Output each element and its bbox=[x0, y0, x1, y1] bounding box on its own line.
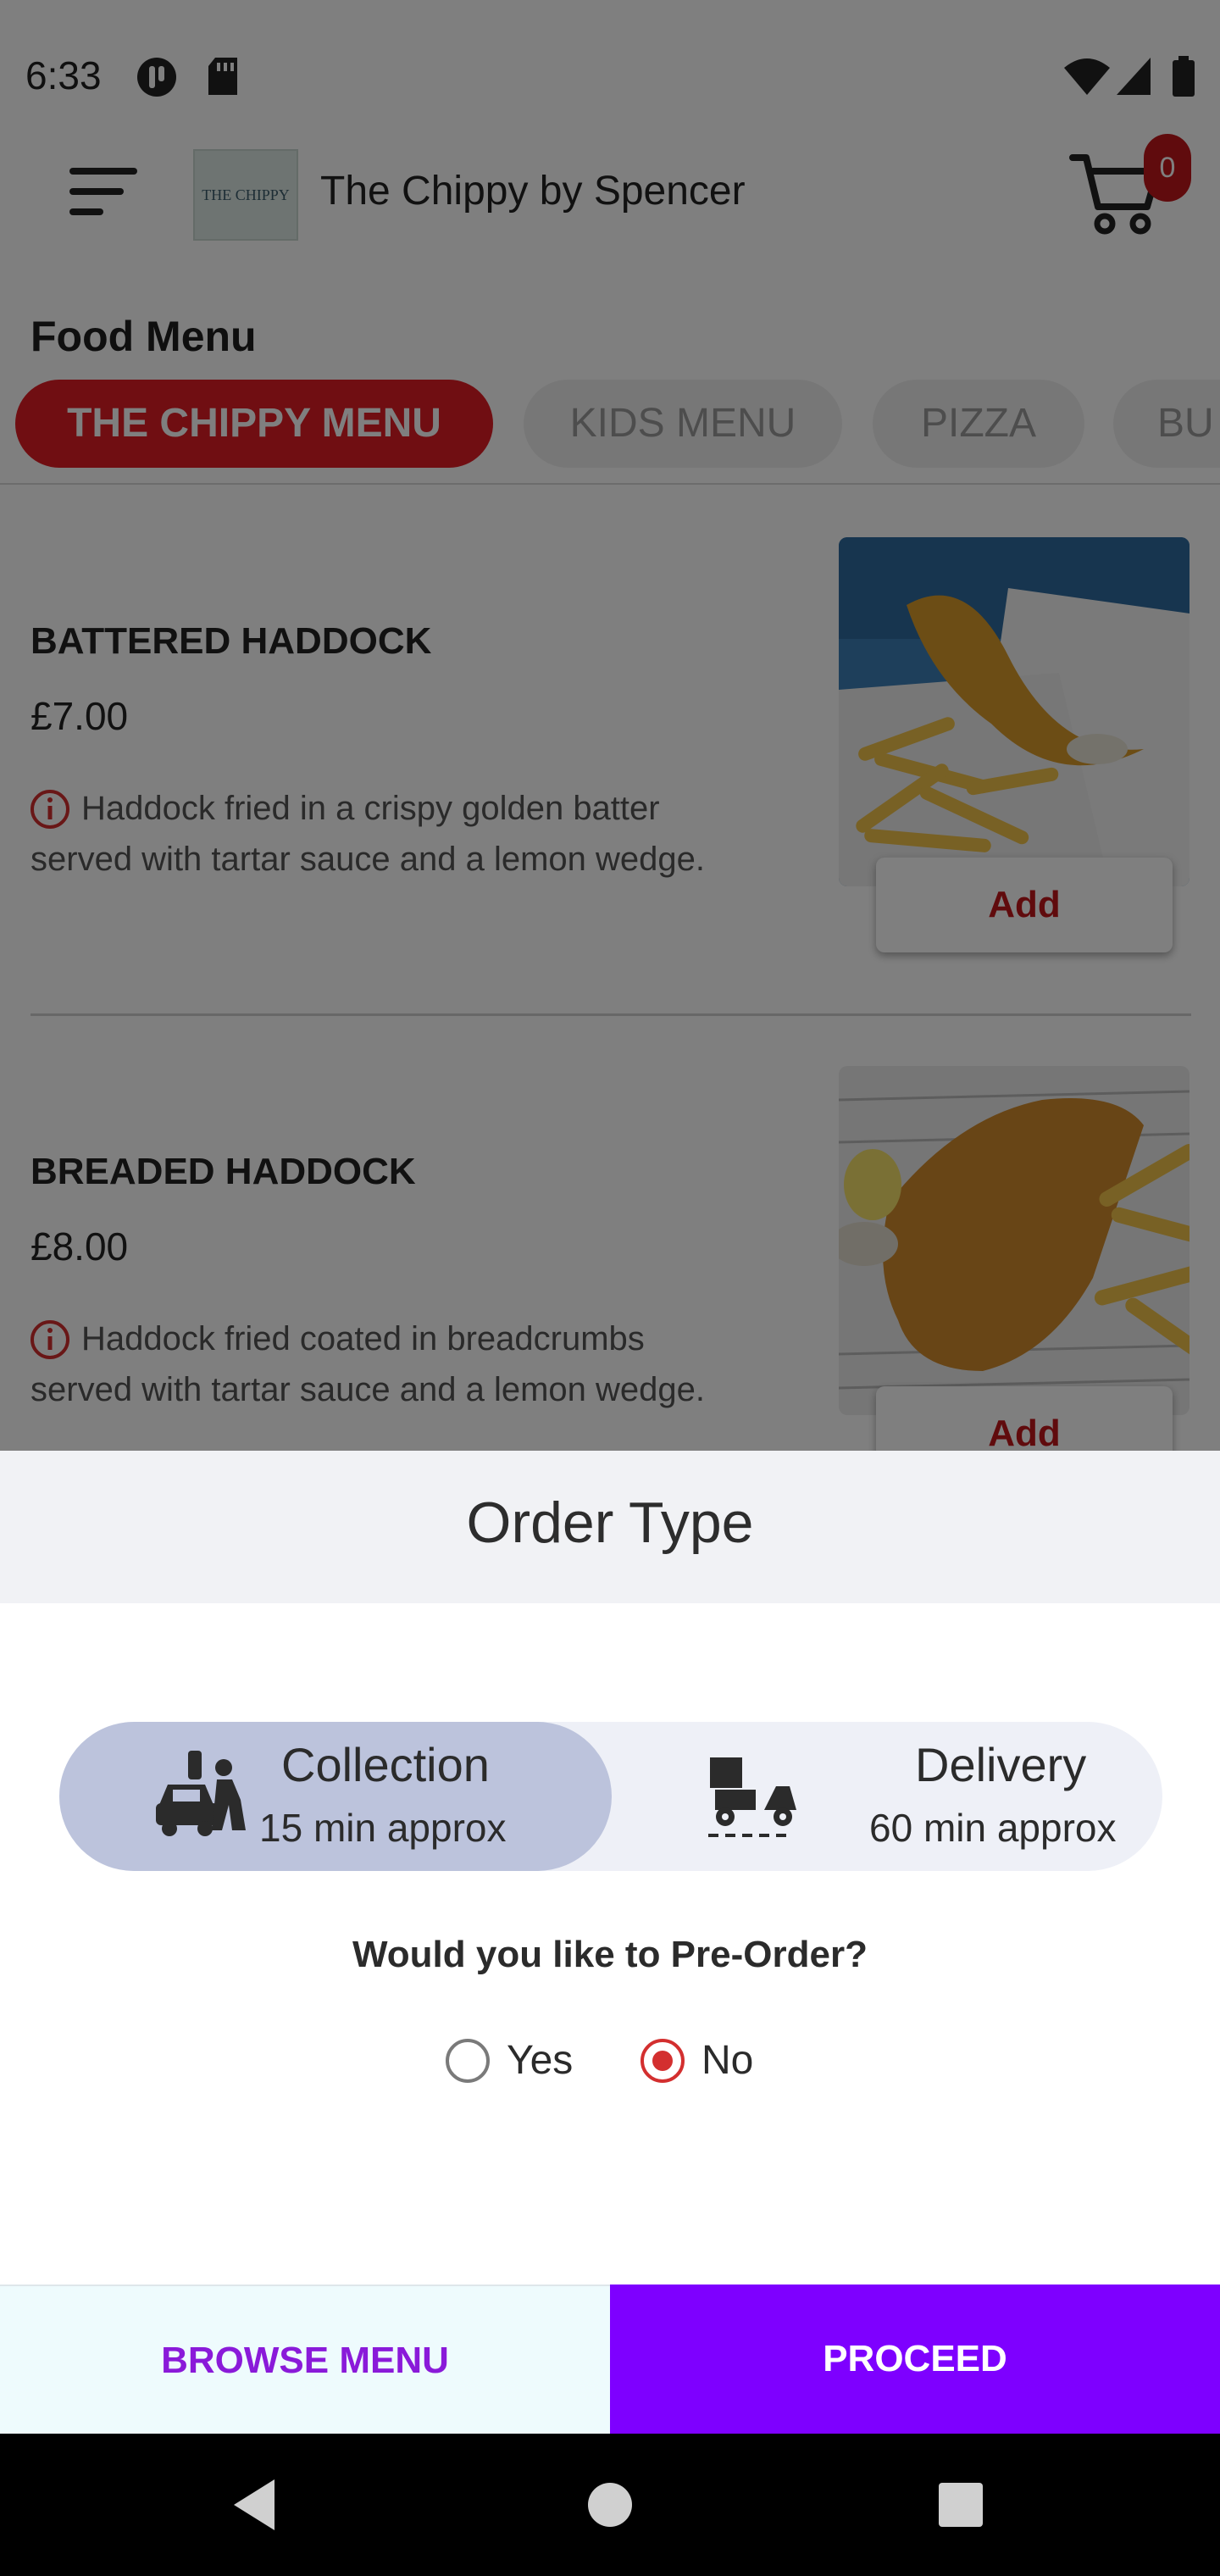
delivery-option[interactable]: Delivery 60 min approx bbox=[612, 1722, 1162, 1871]
yes-label: Yes bbox=[507, 2038, 574, 2083]
order-type-toggle: Collection 15 min approx Delivery 60 min… bbox=[59, 1722, 1162, 1871]
collection-option[interactable]: Collection 15 min approx bbox=[59, 1722, 612, 1871]
sheet-footer: BROWSE MENU PROCEED bbox=[0, 2285, 1220, 2434]
collection-car-icon bbox=[156, 1751, 246, 1836]
system-nav-bar bbox=[0, 2434, 1220, 2576]
preorder-question: Would you like to Pre-Order? bbox=[352, 1934, 868, 1975]
sheet-header: Order Type bbox=[0, 1451, 1220, 1603]
browse-menu-button[interactable]: BROWSE MENU bbox=[0, 2285, 610, 2434]
sheet-title: Order Type bbox=[466, 1491, 754, 1555]
order-type-sheet: Order Type Collection 15 min approx Deli… bbox=[0, 1451, 1220, 2434]
yes-radio[interactable] bbox=[446, 2039, 490, 2083]
home-icon[interactable] bbox=[576, 2471, 644, 2539]
delivery-scooter-icon bbox=[708, 1757, 796, 1837]
delivery-time: 60 min approx bbox=[869, 1806, 1117, 1850]
recents-icon[interactable] bbox=[927, 2471, 995, 2539]
collection-time: 15 min approx bbox=[259, 1806, 507, 1850]
no-label: No bbox=[702, 2038, 754, 2083]
preorder-no-option[interactable]: No bbox=[640, 2035, 776, 2086]
no-radio[interactable] bbox=[640, 2039, 685, 2083]
modal-scrim[interactable] bbox=[0, 0, 1220, 1451]
menu-page: 6:33 THE CHIPPY The Chippy by Spencer 0 … bbox=[0, 0, 1220, 1451]
back-icon[interactable] bbox=[222, 2471, 290, 2539]
proceed-button[interactable]: PROCEED bbox=[610, 2285, 1220, 2434]
collection-label: Collection bbox=[281, 1738, 490, 1791]
preorder-yes-option[interactable]: Yes bbox=[446, 2035, 598, 2086]
delivery-label: Delivery bbox=[915, 1738, 1087, 1791]
